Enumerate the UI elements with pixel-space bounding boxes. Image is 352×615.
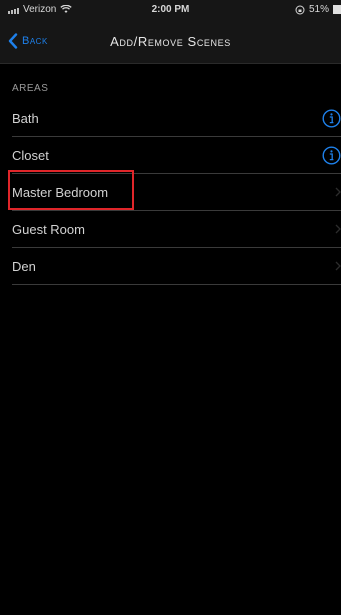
area-label: Master Bedroom: [12, 185, 109, 200]
area-label: Bath: [12, 111, 39, 126]
area-row-closet[interactable]: Closet: [0, 137, 341, 174]
chevron-right-icon: [335, 187, 341, 197]
status-bar: Verizon 2:00 PM 51%: [0, 0, 341, 20]
status-right: 51%: [295, 4, 341, 15]
area-row-guest-room[interactable]: Guest Room: [0, 211, 341, 248]
area-label: Den: [12, 259, 36, 274]
rotation-lock-icon: [295, 5, 305, 14]
chevron-right-icon: [335, 261, 341, 271]
navigation-bar: Back Add/Remove Scenes: [0, 20, 341, 64]
battery-percent: 51%: [308, 4, 329, 15]
battery-icon: [333, 5, 341, 14]
area-label: Guest Room: [12, 222, 85, 237]
chevron-right-icon: [335, 224, 341, 234]
area-list: Bath Closet Master Bedroom Guest Room De…: [0, 100, 341, 285]
area-row-bath[interactable]: Bath: [0, 100, 341, 137]
area-row-den[interactable]: Den: [0, 248, 341, 285]
info-icon[interactable]: [322, 146, 341, 165]
section-header-areas: AREAS: [12, 83, 49, 94]
phone-screen: Verizon 2:00 PM 51% Back Add/Remove Scen…: [0, 0, 341, 615]
area-row-master-bedroom[interactable]: Master Bedroom: [0, 174, 341, 211]
area-label: Closet: [12, 148, 49, 163]
page-title: Add/Remove Scenes: [110, 34, 231, 49]
info-icon[interactable]: [322, 109, 341, 128]
status-time: 2:00 PM: [151, 4, 190, 15]
